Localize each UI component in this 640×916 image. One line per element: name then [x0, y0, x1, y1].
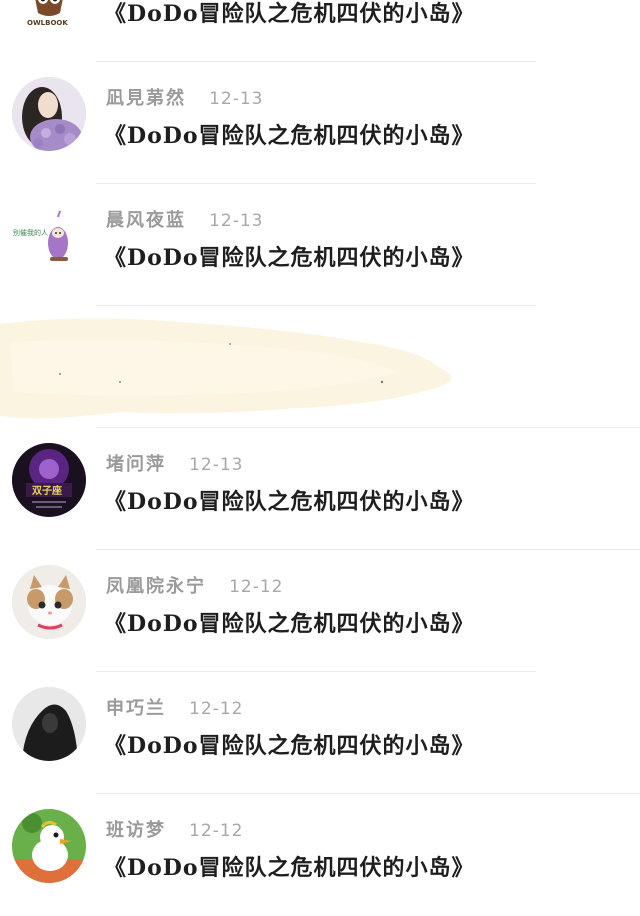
owlbook-logo-text: OWLBOOK	[27, 19, 68, 27]
redaction-smudge	[0, 318, 452, 419]
comment-date: 12-13	[189, 455, 244, 475]
comment-author[interactable]: 凪見苐然	[106, 88, 186, 109]
comment-date: 12-13	[209, 89, 264, 109]
comment-item[interactable]: 申巧兰 12-12 《DoDo冒险队之危机四伏的小岛》	[0, 672, 640, 794]
comment-author[interactable]: 申巧兰	[106, 698, 166, 719]
comment-meta: 凪見苐然 12-13	[106, 86, 264, 112]
comment-author[interactable]: 凤凰院永宁	[106, 576, 206, 597]
comment-text: 《DoDo冒险队之危机四伏的小岛》	[104, 245, 475, 271]
comment-item[interactable]: 凤凰院永宁 12-12 《DoDo冒险队之危机四伏的小岛》	[0, 550, 640, 672]
comment-text: 《DoDo冒险队之危机四伏的小岛》	[104, 489, 475, 515]
cartoon-duck-avatar[interactable]	[12, 809, 86, 883]
owlbook-logo-avatar[interactable]: OWLBOOK	[12, 0, 86, 29]
comment-text: 《DoDo冒险队之危机四伏的小岛》	[104, 611, 475, 637]
kitten-avatar[interactable]	[12, 565, 86, 639]
comment-author[interactable]: 晨风夜蓝	[106, 210, 186, 231]
comment-text: 《DoDo冒险队之危机四伏的小岛》	[104, 733, 475, 759]
comment-item[interactable]: 双子座 堵问萍 12-13 《DoDo冒险队之危机四伏的小岛》	[0, 428, 640, 550]
comment-meta: 堵问萍 12-13	[106, 452, 244, 478]
comment-item[interactable]: 班访梦 12-12 《DoDo冒险队之危机四伏的小岛》	[0, 794, 640, 916]
comment-date: 12-12	[189, 699, 244, 719]
woman-with-flowers-avatar[interactable]	[12, 77, 86, 151]
comment-meta: 班访梦 12-12	[106, 818, 244, 844]
avatar-caption: 别催我的人	[13, 228, 48, 237]
comment-author[interactable]: 班访梦	[106, 820, 166, 841]
comment-meta: 凤凰院永宁 12-12	[106, 574, 284, 600]
comment-item[interactable]: OWLBOOK 《DoDo冒险队之危机四伏的小岛》	[0, 0, 640, 62]
purple-logo-avatar[interactable]: 双子座	[12, 443, 86, 517]
comment-author[interactable]: 堵问萍	[106, 454, 166, 475]
comment-item[interactable]: 别催我的人 晨风夜蓝 12-13 《DoDo冒险队之危机四伏的小岛》	[0, 184, 640, 306]
comment-date: 12-12	[229, 577, 284, 597]
comment-meta: 晨风夜蓝 12-13	[106, 208, 264, 234]
avatar-caption: 双子座	[32, 484, 62, 497]
comment-text: 《DoDo冒险队之危机四伏的小岛》	[104, 123, 475, 149]
comment-text: 《DoDo冒险队之危机四伏的小岛》	[104, 855, 475, 881]
purple-cartoon-avatar[interactable]: 别催我的人	[12, 199, 86, 273]
hooded-person-avatar[interactable]	[12, 687, 86, 761]
comment-item[interactable]: 凪見苐然 12-13 《DoDo冒险队之危机四伏的小岛》	[0, 62, 640, 184]
comment-date: 12-13	[209, 211, 264, 231]
comment-text: 《DoDo冒险队之危机四伏的小岛》	[104, 1, 475, 27]
comment-feed: OWLBOOK 《DoDo冒险队之危机四伏的小岛》 凪見苐然 12-13 《Do…	[0, 0, 640, 906]
comment-meta: 申巧兰 12-12	[106, 696, 244, 722]
comment-date: 12-12	[189, 821, 244, 841]
